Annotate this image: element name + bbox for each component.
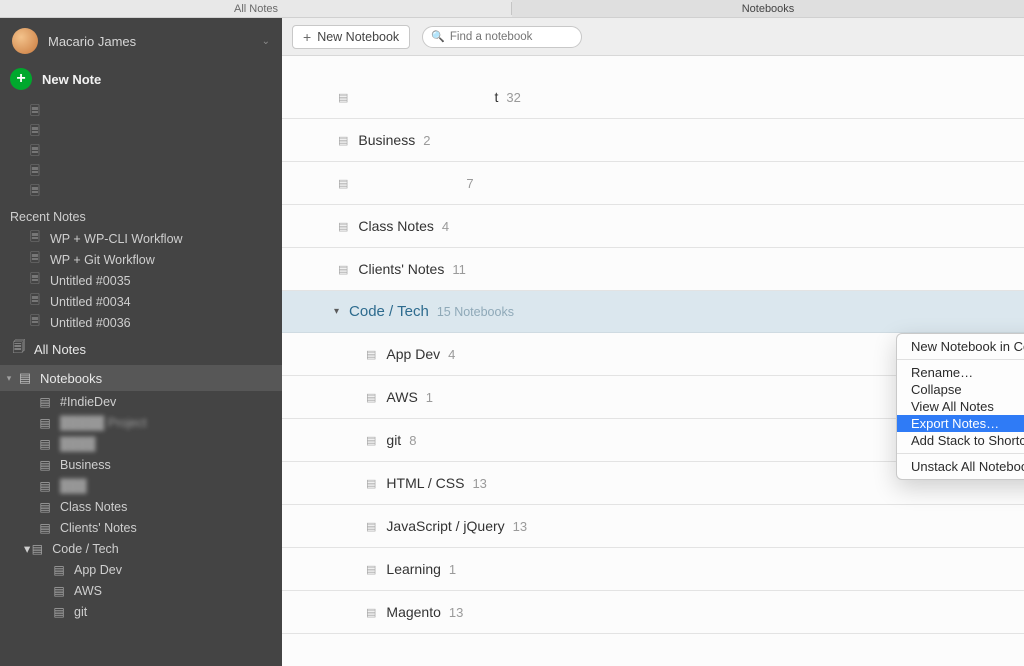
notebook-row[interactable]: ▤Class Notes4 [282, 205, 1024, 248]
ctx-collapse[interactable]: Collapse [897, 381, 1024, 398]
notebook-icon: ▤ [366, 348, 376, 361]
shortcut-item[interactable]: 🗏 [0, 102, 282, 122]
toolbar: + New Notebook 🔍 [282, 18, 1024, 56]
notebook-icon: ▤ [366, 520, 376, 533]
sidebar-notebook[interactable]: ▤█████ Project [0, 412, 282, 433]
recent-notes-header: Recent Notes [0, 204, 282, 228]
recent-note[interactable]: 🗏Untitled #0035 [0, 270, 282, 291]
sidebar-notebook[interactable]: ▤Business [0, 454, 282, 475]
plus-icon: + [10, 68, 32, 90]
sidebar: Macario James ⌄ + New Note 🗏 🗏 🗏 🗏 🗏 Rec… [0, 18, 282, 666]
notebook-icon: ▤ [366, 434, 376, 447]
note-icon: 🗏 [28, 102, 42, 123]
new-note-button[interactable]: + New Note [0, 62, 282, 100]
chevron-down-icon: ⌄ [262, 36, 270, 47]
top-tabs: All Notes Notebooks [0, 0, 1024, 18]
notebook-icon: ▤ [338, 220, 348, 233]
notebook-icon: ▤ [366, 606, 376, 619]
notebook-row[interactable]: ▤Clients' Notes11 [282, 248, 1024, 291]
notebook-icon: ▤ [38, 479, 52, 493]
sidebar-notebook[interactable]: ▤AWS [0, 580, 282, 601]
sidebar-notebook[interactable]: ▤git [0, 601, 282, 622]
notebook-icon: ▤ [338, 134, 348, 147]
note-icon: 🗏 [28, 122, 42, 143]
separator [897, 359, 1024, 360]
notebook-row[interactable]: ▤Business2 [282, 119, 1024, 162]
notebook-icon: ▤ [338, 91, 348, 104]
note-icon: 🗏 [28, 291, 42, 312]
notebook-icon: ▤ [338, 177, 348, 190]
recent-note[interactable]: 🗏WP + WP-CLI Workflow [0, 228, 282, 249]
search-box[interactable]: 🔍 [422, 26, 582, 48]
note-icon: 🗏 [28, 249, 42, 270]
ctx-view-all-notes[interactable]: View All Notes [897, 398, 1024, 415]
recent-note[interactable]: 🗏Untitled #0036 [0, 312, 282, 333]
recent-note[interactable]: 🗏WP + Git Workflow [0, 249, 282, 270]
notebook-icon: ▤ [38, 521, 52, 535]
sidebar-stack-codetech[interactable]: ▾ ▤ Code / Tech [0, 538, 282, 559]
notebook-icon: ▤ [366, 391, 376, 404]
sidebar-notebook[interactable]: ▤Class Notes [0, 496, 282, 517]
ctx-new-notebook-in-stack[interactable]: New Notebook in Code / Tech [897, 338, 1024, 355]
notebook-icon: ▤ [38, 437, 52, 451]
notebook-row[interactable] [282, 56, 1024, 76]
notebook-icon: ▤ [38, 458, 52, 472]
ctx-unstack-all[interactable]: Unstack All Notebooks… [897, 458, 1024, 475]
sidebar-notebook[interactable]: ▤#IndieDev [0, 391, 282, 412]
nav-notebooks[interactable]: ▾ ▤ Notebooks [0, 365, 282, 391]
notebook-row[interactable]: ▤JavaScript / jQuery13 [282, 505, 1024, 548]
notebook-icon: ▤ [52, 584, 66, 598]
ctx-rename[interactable]: Rename… [897, 364, 1024, 381]
recent-note[interactable]: 🗏Untitled #0034 [0, 291, 282, 312]
notebook-icon: ▤ [366, 563, 376, 576]
shortcut-item[interactable]: 🗏 [0, 182, 282, 202]
ctx-add-stack-shortcut[interactable]: Add Stack to Shortcuts [897, 432, 1024, 449]
notebook-row[interactable]: ▤7 [282, 162, 1024, 205]
search-input[interactable] [450, 31, 604, 43]
notebook-icon: ▤ [16, 370, 34, 386]
notebook-icon: ▤ [338, 263, 348, 276]
tab-all-notes[interactable]: All Notes [0, 0, 512, 17]
sidebar-notebook[interactable]: ▤App Dev [0, 559, 282, 580]
notebook-icon: ▤ [38, 395, 52, 409]
nav-all-notes[interactable]: 🗐All Notes [0, 333, 282, 365]
notebook-row[interactable]: ▤Learning1 [282, 548, 1024, 591]
notebook-icon: ▤ [52, 605, 66, 619]
shortcut-item[interactable]: 🗏 [0, 162, 282, 182]
sidebar-notebook[interactable]: ▤████ [0, 433, 282, 454]
note-icon: 🗏 [28, 182, 42, 203]
sidebar-notebook[interactable]: ▤Clients' Notes [0, 517, 282, 538]
notes-icon: 🗐 [10, 338, 28, 360]
notebook-icon: ▤ [366, 477, 376, 490]
notebook-icon: ▤ [38, 416, 52, 430]
sidebar-notebook[interactable]: ▤███ [0, 475, 282, 496]
notebook-icon: ▤ [38, 500, 52, 514]
shortcut-item[interactable]: 🗏 [0, 142, 282, 162]
notebook-row[interactable]: ▤Magento13 [282, 591, 1024, 634]
shortcut-item[interactable]: 🗏 [0, 122, 282, 142]
new-notebook-button[interactable]: + New Notebook [292, 25, 410, 49]
search-icon: 🔍 [431, 30, 445, 43]
note-icon: 🗏 [28, 162, 42, 183]
notebook-icon: ▤ [52, 563, 66, 577]
context-menu: New Notebook in Code / Tech Rename… Coll… [896, 333, 1024, 480]
note-icon: 🗏 [28, 142, 42, 163]
chevron-down-icon: ▾ [4, 373, 14, 384]
account-name: Macario James [48, 34, 262, 49]
note-icon: 🗏 [28, 270, 42, 291]
notebook-icon: ▤ [30, 542, 44, 556]
note-icon: 🗏 [28, 228, 42, 249]
notebook-row[interactable]: ▤ t 32 [282, 76, 1024, 119]
notebooks-panel: + New Notebook 🔍 ▤ t 32 ▤Business2 ▤7 ▤C… [282, 18, 1024, 666]
ctx-export-notes[interactable]: Export Notes… [897, 415, 1024, 432]
tab-notebooks[interactable]: Notebooks [512, 0, 1024, 17]
stack-row-codetech[interactable]: ▾ Code / Tech 15 Notebooks [282, 291, 1024, 333]
avatar [12, 28, 38, 54]
plus-icon: + [303, 29, 311, 45]
chevron-down-icon: ▾ [334, 306, 339, 317]
separator [897, 453, 1024, 454]
account-switcher[interactable]: Macario James ⌄ [0, 18, 282, 62]
note-icon: 🗏 [28, 312, 42, 333]
